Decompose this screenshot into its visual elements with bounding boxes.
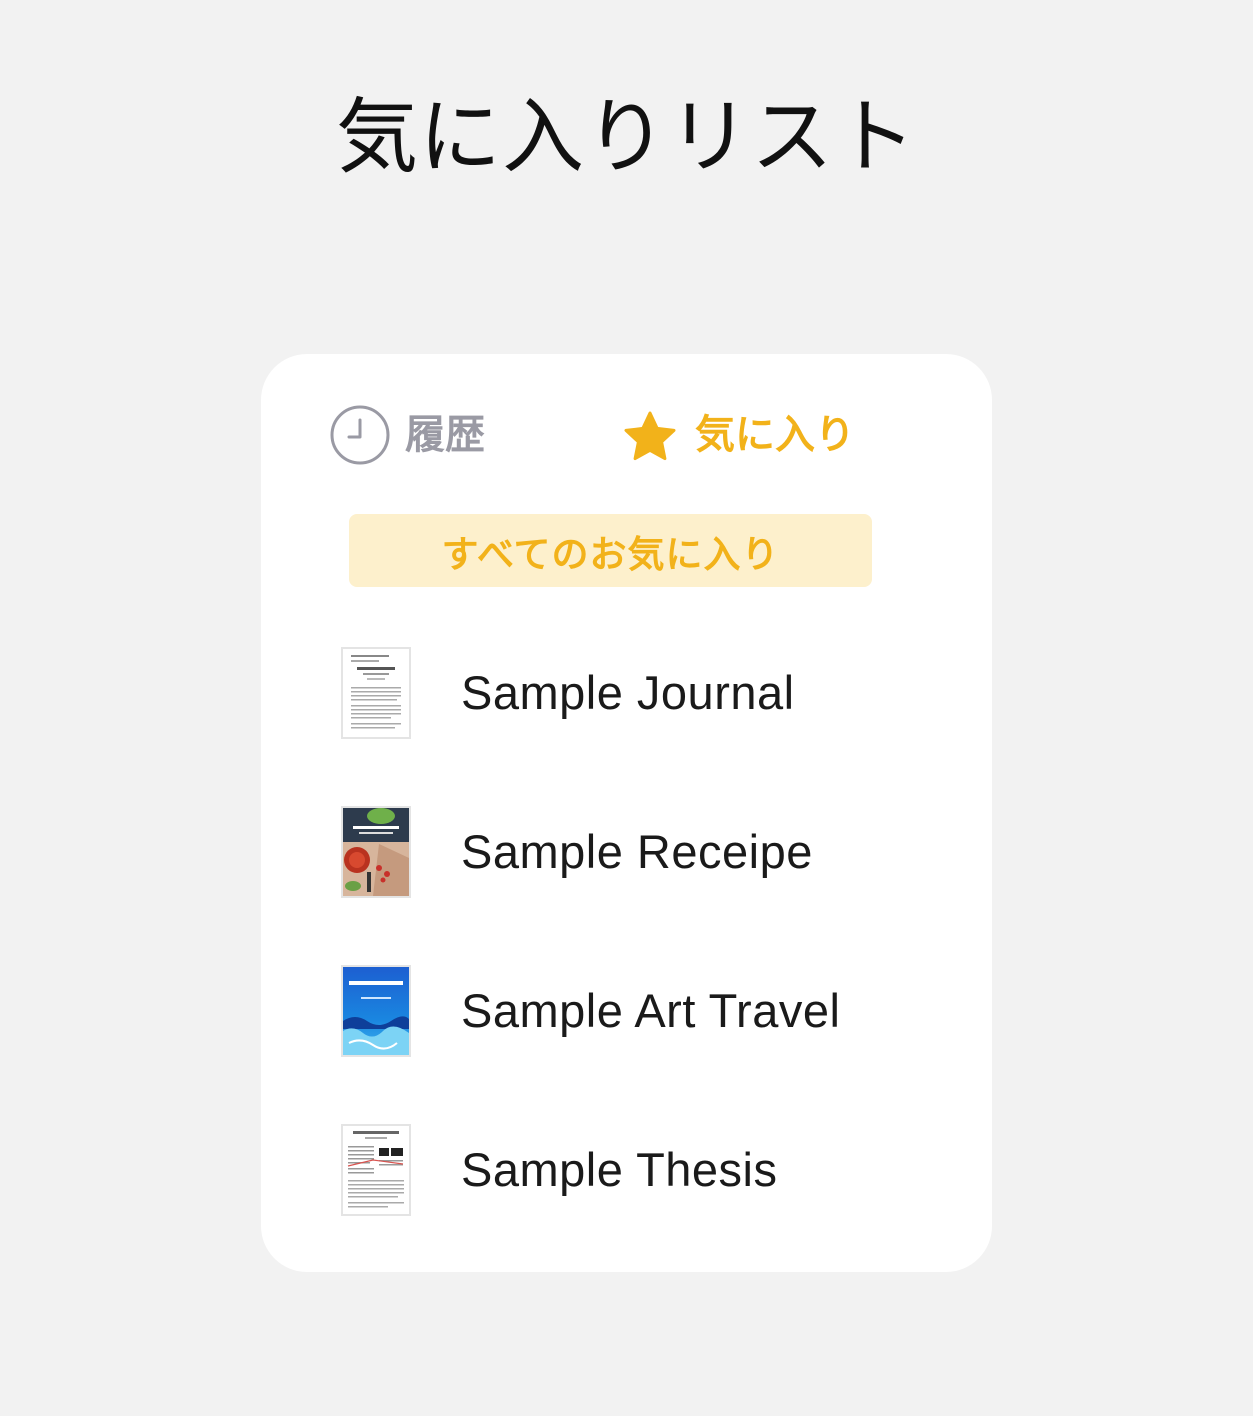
document-title: Sample Journal (461, 666, 795, 719)
list-item-sample-receipe[interactable]: Sample Receipe (341, 805, 941, 899)
page-heading: 気に入りリスト (335, 90, 917, 185)
tab-history[interactable]: 履歴 (329, 402, 485, 468)
document-title: Sample Art Travel (461, 984, 841, 1037)
list-item-sample-thesis[interactable]: Sample Thesis (341, 1123, 941, 1217)
star-icon (621, 408, 679, 466)
tab-history-label: 履歴 (405, 412, 485, 458)
tab-favorites-label: 気に入り (695, 412, 855, 458)
all-favorites-filter[interactable]: すべてのお気に入り (349, 514, 872, 587)
recipe-thumbnail (341, 806, 411, 898)
clock-icon (329, 404, 391, 466)
document-title: Sample Thesis (461, 1143, 778, 1196)
list-item-sample-art-travel[interactable]: Sample Art Travel (341, 964, 941, 1058)
list-item-sample-journal[interactable]: Sample Journal (341, 646, 941, 740)
journal-thumbnail (341, 647, 411, 739)
tab-favorites[interactable]: 気に入り (621, 402, 855, 468)
favorites-panel: 履歴 気に入り すべてのお気に入り Sample Journal Sample … (261, 354, 992, 1272)
art-travel-thumbnail (341, 965, 411, 1057)
thesis-thumbnail (341, 1124, 411, 1216)
document-title: Sample Receipe (461, 825, 813, 878)
